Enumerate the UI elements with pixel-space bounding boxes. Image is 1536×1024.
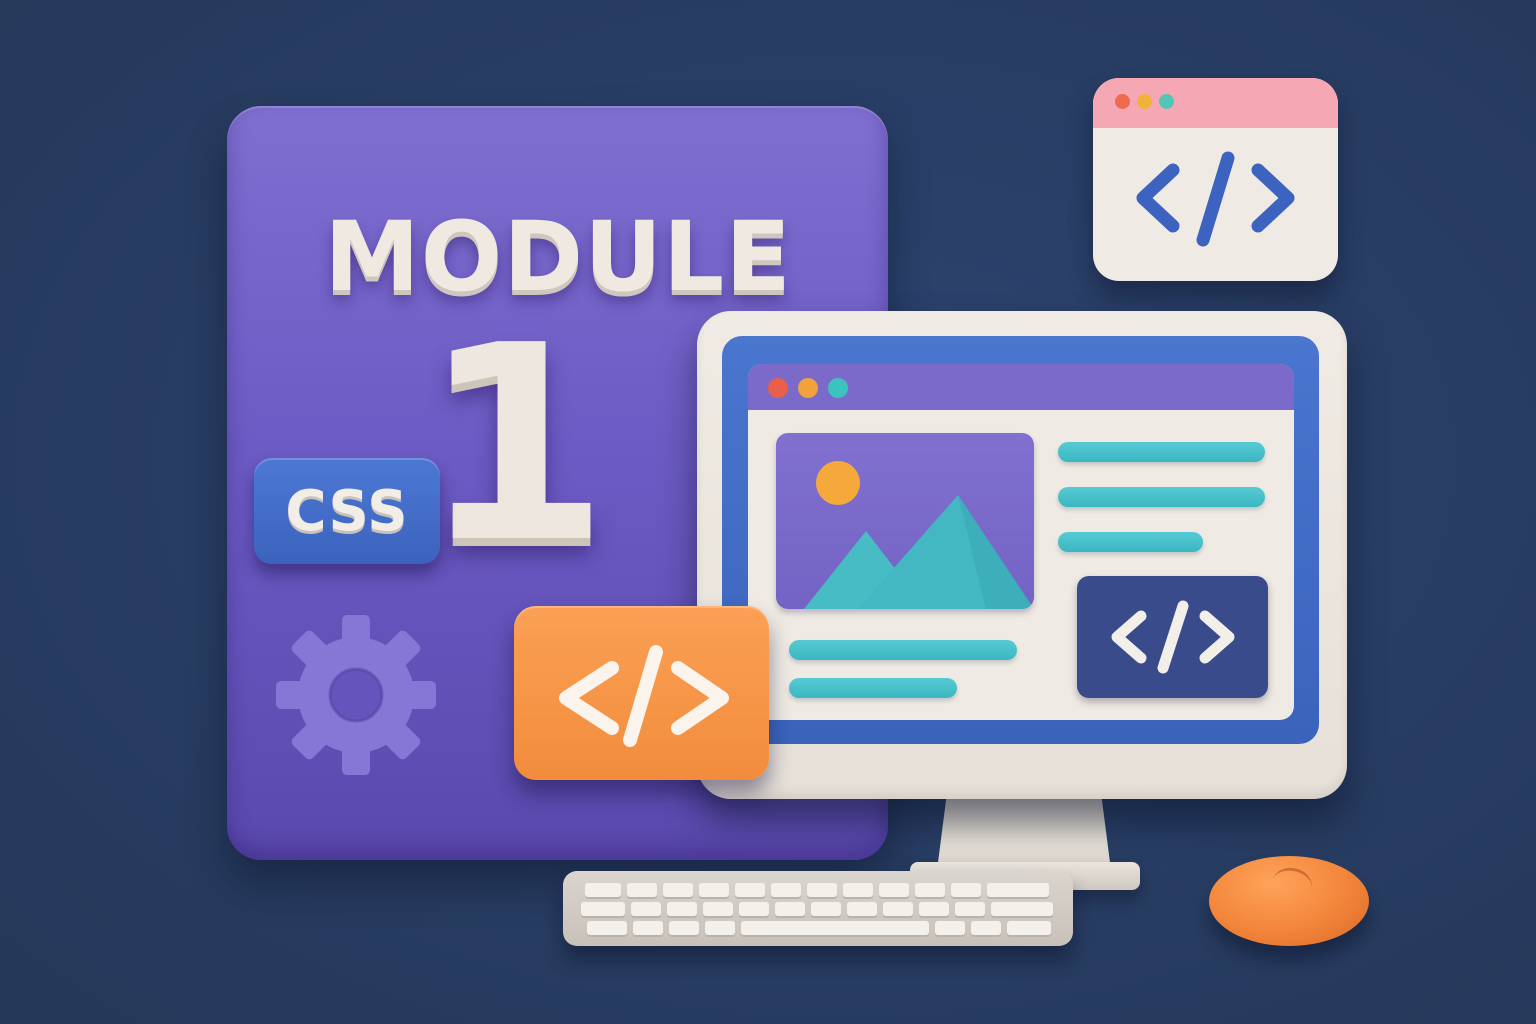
- keyboard-spacebar: [741, 921, 929, 935]
- keyboard-key: [699, 883, 729, 897]
- image-placeholder: [776, 433, 1034, 609]
- keyboard-key: [633, 921, 663, 935]
- keyboard-key: [775, 902, 805, 916]
- keyboard-key: [847, 902, 877, 916]
- keyboard-key: [955, 902, 985, 916]
- illustration-scene: MODULE 1 CSS: [0, 0, 1536, 1024]
- mini-window-dot-yellow: [1137, 94, 1152, 109]
- text-line: [1058, 487, 1265, 507]
- keyboard-key: [935, 921, 965, 935]
- module-number: 1: [421, 287, 609, 602]
- keyboard-key: [919, 902, 949, 916]
- code-panel: [1077, 576, 1268, 698]
- keyboard-key: [581, 902, 625, 916]
- mini-window-dot-red: [1115, 94, 1130, 109]
- mini-browser-window: [1093, 78, 1338, 281]
- keyboard-key: [915, 883, 945, 897]
- code-brackets-icon: [559, 645, 729, 747]
- image-mountain-icon: [804, 461, 1034, 609]
- keyboard-key: [669, 921, 699, 935]
- mini-window-dot-green: [1159, 94, 1174, 109]
- code-brackets-icon: [1111, 600, 1235, 674]
- code-card-orange: [514, 606, 769, 780]
- css-badge-label: CSS: [285, 478, 409, 544]
- keyboard-key: [663, 883, 693, 897]
- css-badge: CSS: [254, 458, 440, 564]
- keyboard-key: [807, 883, 837, 897]
- keyboard-key: [987, 883, 1049, 897]
- keyboard-key: [739, 902, 769, 916]
- browser-dot-red: [768, 378, 788, 398]
- keyboard-key: [883, 902, 913, 916]
- text-line: [1058, 442, 1265, 462]
- keyboard-key: [1007, 921, 1051, 935]
- keyboard-key: [991, 902, 1053, 916]
- gear-icon: [276, 615, 436, 775]
- keyboard-key: [703, 902, 733, 916]
- keyboard-key: [631, 902, 661, 916]
- keyboard-key: [971, 921, 1001, 935]
- keyboard-key: [627, 883, 657, 897]
- keyboard-key: [771, 883, 801, 897]
- browser-dot-green: [828, 378, 848, 398]
- keyboard-key: [735, 883, 765, 897]
- text-line: [789, 640, 1017, 660]
- keyboard-key: [667, 902, 697, 916]
- keyboard-key: [951, 883, 981, 897]
- text-line: [1058, 532, 1203, 552]
- keyboard-key: [587, 921, 627, 935]
- keyboard-key: [585, 883, 621, 897]
- keyboard-key: [705, 921, 735, 935]
- keyboard-key: [879, 883, 909, 897]
- keyboard-key: [843, 883, 873, 897]
- text-line: [789, 678, 957, 698]
- keyboard-key: [811, 902, 841, 916]
- keyboard: [563, 871, 1073, 946]
- browser-dot-yellow: [798, 378, 818, 398]
- code-brackets-icon: [1136, 151, 1295, 247]
